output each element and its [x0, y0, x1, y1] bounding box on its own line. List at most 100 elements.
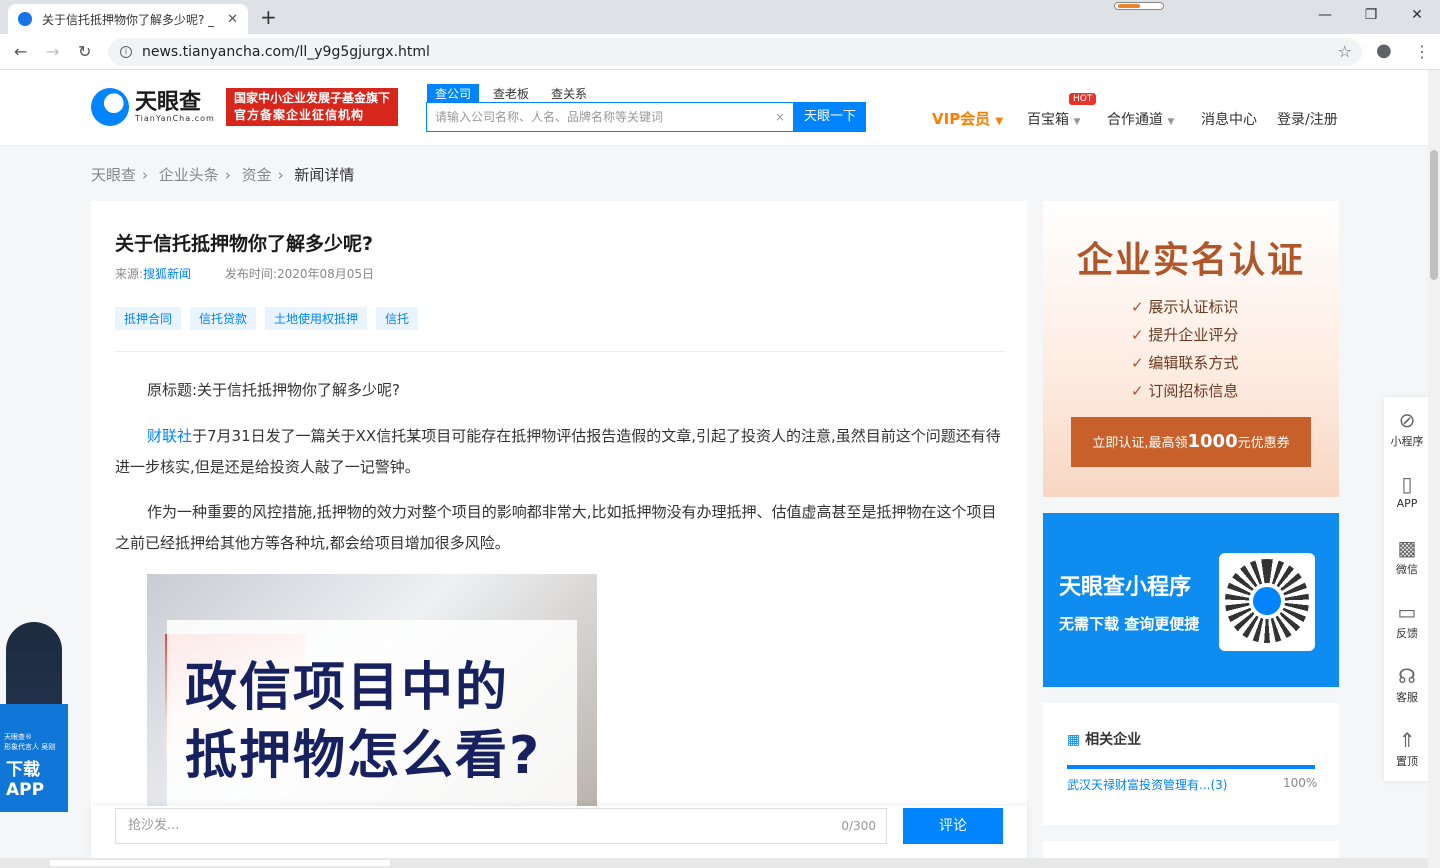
- related-company-link[interactable]: 武汉天禄财富投资管理有...(3): [1067, 776, 1227, 793]
- related-title-text: 相关企业: [1085, 732, 1142, 748]
- app-download-banner[interactable]: 天眼查® 形象代言人 吴刚 下载 APP: [0, 622, 68, 812]
- vertical-scrollbar[interactable]: [1428, 70, 1440, 868]
- side-app[interactable]: ▯ APP: [1384, 461, 1430, 525]
- tag-item[interactable]: 抵押合同: [115, 307, 182, 330]
- account-icon[interactable]: ●: [1376, 40, 1392, 61]
- tianyancha-logo-icon: [91, 88, 129, 126]
- logo-sub: TianYanCha.com: [135, 113, 215, 123]
- reload-icon[interactable]: ↻: [78, 42, 91, 61]
- url-field[interactable]: i news.tianyancha.com/ll_y9g5gjurgx.html…: [108, 38, 1362, 66]
- verify-ad-banner[interactable]: 企业实名认证 展示认证标识 提升企业评分 编辑联系方式 订阅招标信息 立即认证,…: [1043, 201, 1339, 497]
- date-label: 发布时间:: [224, 267, 277, 281]
- back-arrow-icon[interactable]: ←: [14, 42, 27, 61]
- nav-messages[interactable]: 消息中心: [1201, 109, 1257, 129]
- phone-icon: ▯: [1401, 472, 1413, 496]
- search-tabs: 查公司 查老板 查关系: [427, 84, 601, 103]
- nav-cooperation[interactable]: 合作通道 ▼: [1107, 109, 1174, 129]
- paragraph-3: 作为一种重要的风控措施,抵押物的效力对整个项目的影响都非常大,比如抵押物没有办理…: [115, 503, 997, 552]
- verify-now-button[interactable]: 立即认证,最高领1000元优惠券: [1071, 417, 1311, 467]
- h-scroll-thumb[interactable]: [50, 860, 390, 866]
- verify-ad-title: 企业实名认证: [1076, 240, 1305, 281]
- scroll-thumb[interactable]: [1430, 150, 1438, 280]
- window-controls: — ❐ ✕: [1302, 0, 1440, 30]
- tag-list: 抵押合同 信托贷款 土地使用权抵押 信托: [115, 307, 427, 330]
- verify-btn-suffix: 元优惠券: [1237, 436, 1290, 451]
- app-download-box[interactable]: 天眼查® 形象代言人 吴刚 下载 APP: [0, 704, 68, 812]
- related-percent: 100%: [1283, 776, 1318, 790]
- tab-close-icon[interactable]: ✕: [227, 12, 238, 27]
- source-link[interactable]: 搜狐新闻: [143, 267, 191, 281]
- maximize-button[interactable]: ❐: [1348, 0, 1394, 30]
- benefit-item: 提升企业评分: [1131, 321, 1238, 349]
- bookmark-star-icon[interactable]: ☆: [1338, 42, 1352, 61]
- side-toolbar: ⊘ 小程序 ▯ APP ▩ 微信 ▭ 反馈 ☊ 客服 ⇑ 置顶: [1384, 397, 1430, 781]
- search-button[interactable]: 天眼一下: [794, 102, 866, 132]
- vip-label: VIP会员: [932, 110, 991, 128]
- paragraph-2: 财联社于7月31日发了一篇关于XX信托某项目可能存在抵押物评估报告造假的文章,引…: [115, 421, 1005, 483]
- chevron-right-icon: ›: [277, 166, 284, 184]
- breadcrumb: 天眼查 › 企业头条 › 资金 › 新闻详情: [91, 164, 360, 185]
- nav-toolbox[interactable]: 百宝箱 ▼: [1027, 109, 1080, 129]
- image-caption-line2: 抵押物怎么看?: [185, 726, 542, 786]
- nav-cooperation-label: 合作通道: [1107, 112, 1163, 128]
- side-feedback[interactable]: ▭ 反馈: [1384, 589, 1430, 653]
- tag-item[interactable]: 土地使用权抵押: [265, 307, 368, 330]
- related-title: ▦ 相关企业: [1067, 729, 1141, 749]
- article-title: 关于信托抵押物你了解多少呢?: [115, 233, 374, 255]
- rocket-icon: ⇑: [1398, 728, 1416, 752]
- tag-item[interactable]: 信托: [376, 307, 419, 330]
- comment-button[interactable]: 评论: [903, 808, 1003, 844]
- side-top[interactable]: ⇑ 置顶: [1384, 717, 1430, 781]
- vip-menu[interactable]: VIP会员 ▼: [932, 108, 1003, 129]
- tab-boss[interactable]: 查老板: [485, 84, 537, 103]
- comment-input[interactable]: 抢沙发... 0/300: [115, 808, 887, 844]
- side-wechat[interactable]: ▩ 微信: [1384, 525, 1430, 589]
- side-label: APP: [1396, 497, 1418, 510]
- browser-tab[interactable]: 关于信托抵押物你了解多少呢? _ ✕: [8, 4, 248, 34]
- logo-name: 天眼查: [135, 89, 202, 115]
- download-line: 下载: [6, 760, 40, 780]
- benefit-item: 订阅招标信息: [1131, 377, 1238, 405]
- image-caption-overlay: 政信项目中的 抵押物怎么看?: [167, 620, 577, 814]
- search-input[interactable]: 请输入公司名称、人名、品牌名称等关键词 ×: [426, 102, 794, 132]
- horizontal-scrollbar[interactable]: [0, 858, 1428, 868]
- download-app-label: 下载 APP: [6, 760, 44, 800]
- breadcrumb-news[interactable]: 企业头条: [159, 166, 219, 184]
- benefit-item: 展示认证标识: [1131, 293, 1238, 321]
- breadcrumb-home[interactable]: 天眼查: [91, 166, 136, 184]
- mini-program-qr-code: [1219, 553, 1315, 651]
- side-label: 反馈: [1396, 627, 1418, 640]
- forward-arrow-icon[interactable]: →: [46, 42, 59, 61]
- window-close-button[interactable]: ✕: [1394, 0, 1440, 30]
- side-service[interactable]: ☊ 客服: [1384, 653, 1430, 717]
- building-icon: ▦: [1067, 732, 1081, 748]
- cailianshe-link[interactable]: 财联社: [147, 427, 192, 445]
- source-label: 来源:: [115, 267, 144, 281]
- paragraph-2-text: 于7月31日发了一篇关于XX信托某项目可能存在抵押物评估报告造假的文章,引起了投…: [115, 427, 1001, 476]
- tab-company[interactable]: 查公司: [427, 84, 480, 103]
- app-caption-2: 形象代言人 吴刚: [4, 743, 56, 751]
- breadcrumb-funds[interactable]: 资金: [242, 166, 272, 184]
- badge-line2: 官方备案企业征信机构: [234, 108, 365, 122]
- verify-benefit-list: 展示认证标识 提升企业评分 编辑联系方式 订阅招标信息: [1131, 293, 1238, 405]
- site-logo[interactable]: 天眼查 TianYanCha.com: [91, 88, 215, 126]
- clear-icon[interactable]: ×: [775, 103, 785, 131]
- chat-bubble-icon: ▭: [1397, 600, 1417, 624]
- site-header: 天眼查 TianYanCha.com 国家中小企业发展子基金旗下 官方备案企业征…: [0, 70, 1428, 146]
- tag-item[interactable]: 信托贷款: [190, 307, 257, 330]
- tab-relation[interactable]: 查关系: [543, 84, 595, 103]
- new-tab-button[interactable]: +: [260, 5, 277, 29]
- side-label: 微信: [1396, 563, 1418, 576]
- article-meta: 来源:搜狐新闻 发布时间:2020年08月05日: [115, 265, 374, 282]
- minimize-button[interactable]: —: [1302, 0, 1348, 30]
- profile-indicator[interactable]: [1114, 2, 1164, 10]
- nav-toolbox-label: 百宝箱: [1027, 112, 1069, 128]
- info-icon[interactable]: i: [120, 46, 132, 58]
- menu-kebab-icon[interactable]: ⋮: [1414, 42, 1430, 61]
- nav-login[interactable]: 登录/注册: [1277, 109, 1338, 129]
- caret-down-icon: ▼: [1167, 117, 1175, 127]
- article-image: 政信项目中的 抵押物怎么看?: [147, 574, 597, 814]
- official-badge: 国家中小企业发展子基金旗下 官方备案企业征信机构: [226, 88, 398, 126]
- mini-program-ad[interactable]: 天眼查小程序 无需下载 查询更便捷: [1043, 513, 1339, 687]
- side-mini-program[interactable]: ⊘ 小程序: [1384, 397, 1430, 461]
